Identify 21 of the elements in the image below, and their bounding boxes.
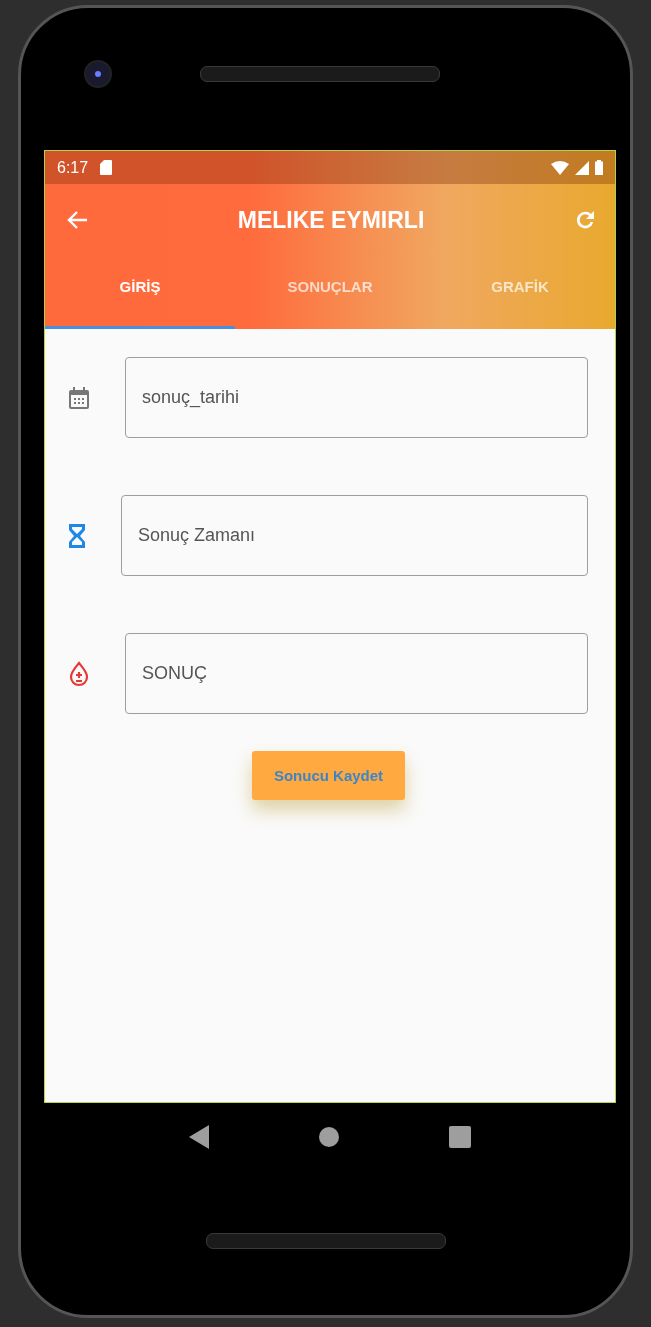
back-arrow-icon[interactable] bbox=[67, 211, 87, 229]
camera-icon bbox=[84, 60, 112, 88]
calendar-icon bbox=[69, 386, 89, 409]
wifi-icon bbox=[551, 160, 569, 175]
input-field[interactable]: sonuç_tarihi bbox=[125, 357, 588, 438]
refresh-icon[interactable] bbox=[575, 210, 595, 230]
back-icon[interactable] bbox=[189, 1125, 209, 1149]
input-field[interactable]: Sonuç Zamanı bbox=[121, 495, 588, 576]
sd-card-icon bbox=[100, 160, 113, 175]
tab[interactable]: GİRİŞ bbox=[45, 256, 235, 329]
signal-icon bbox=[575, 160, 589, 175]
input-field[interactable]: SONUÇ bbox=[125, 633, 588, 714]
status-time: 6:17 bbox=[57, 158, 89, 177]
battery-icon bbox=[595, 160, 603, 175]
app-title: MELIKE EYMIRLI bbox=[236, 206, 426, 234]
drop-plus-minus-icon bbox=[69, 660, 89, 687]
save-button[interactable]: Sonucu Kaydet bbox=[251, 751, 406, 800]
hourglass-icon bbox=[69, 523, 85, 548]
tab[interactable]: SONUÇLAR bbox=[235, 256, 425, 329]
home-icon[interactable] bbox=[319, 1127, 339, 1147]
tab[interactable]: GRAFİK bbox=[425, 256, 615, 329]
